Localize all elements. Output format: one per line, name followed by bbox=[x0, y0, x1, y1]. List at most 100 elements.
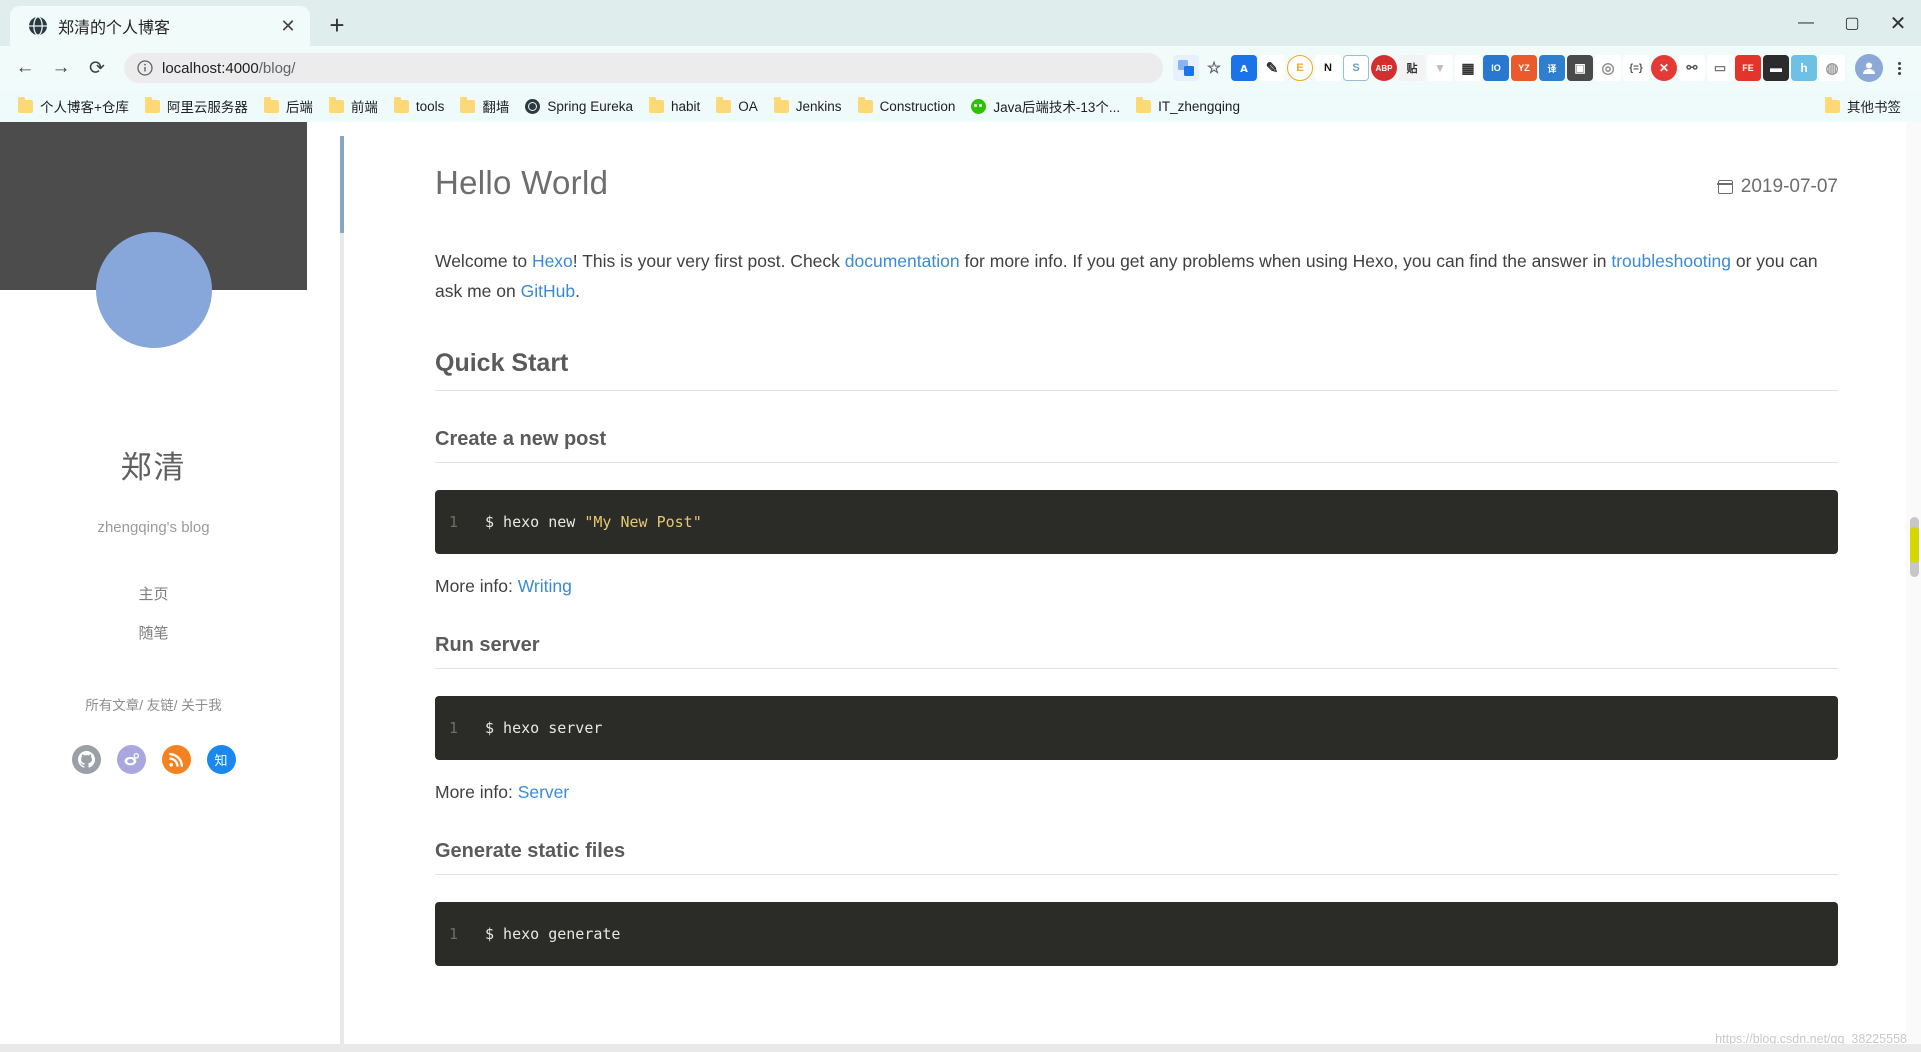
page-scrollbar[interactable] bbox=[1906, 122, 1921, 1052]
site-title: 郑清 bbox=[120, 450, 187, 485]
paste-ext-icon[interactable]: 贴 bbox=[1399, 55, 1425, 81]
block-ext-icon[interactable]: ✕ bbox=[1651, 55, 1677, 81]
new-tab-button[interactable]: + bbox=[320, 8, 354, 42]
honey-ext-icon[interactable]: h bbox=[1791, 55, 1817, 81]
bookmark-item[interactable]: 个人博客+仓库 bbox=[10, 93, 137, 119]
code-ext-icon[interactable]: {=} bbox=[1623, 55, 1649, 81]
info-circle-icon[interactable] bbox=[136, 59, 154, 77]
link-troubleshooting[interactable]: troubleshooting bbox=[1611, 251, 1731, 271]
bookmark-label: 前端 bbox=[350, 100, 378, 115]
svg-text:A: A bbox=[1240, 64, 1248, 75]
reload-icon[interactable]: ⟳ bbox=[80, 51, 114, 85]
translate2-ext-icon[interactable]: 译 bbox=[1539, 55, 1565, 81]
address-bar[interactable]: localhost:4000/blog/ bbox=[124, 53, 1163, 83]
github-icon[interactable] bbox=[71, 745, 101, 774]
bookmark-item[interactable]: Construction bbox=[850, 96, 964, 117]
close-icon[interactable]: ✕ bbox=[276, 14, 300, 38]
bookmark-label: Construction bbox=[879, 98, 956, 114]
bookmark-item[interactable]: IT_zhengqing bbox=[1128, 96, 1248, 117]
bookmark-item[interactable]: 阿里云服务器 bbox=[137, 93, 256, 119]
bookmark-label: 后端 bbox=[285, 100, 313, 115]
bookmark-item[interactable]: Java后端技术-13个... bbox=[963, 93, 1128, 119]
content-area: Hello World 2019-07-07 Welcome to Hexo! … bbox=[307, 122, 1921, 1052]
extensions-list: A ✎ E N S ABP 贴 ▼ ▦ IO YZ 译 ▣ ◎ {=} ✕ ⚯ … bbox=[1231, 55, 1847, 81]
folder-icon bbox=[1825, 96, 1840, 113]
browser-tab[interactable]: 郑清的个人博客 ✕ bbox=[10, 6, 310, 46]
footer-link-about[interactable]: 关于我 bbox=[181, 698, 222, 713]
dash-ext-icon[interactable]: ▬ bbox=[1763, 55, 1789, 81]
tab-strip: 郑清的个人博客 ✕ + — ▢ ✕ bbox=[0, 0, 1921, 46]
circle-ext-icon[interactable]: ◍ bbox=[1819, 55, 1845, 81]
intro-text-3: for more info. If you get any problems w… bbox=[959, 251, 1612, 271]
weibo-icon[interactable] bbox=[116, 745, 146, 774]
rail-progress-indicator bbox=[340, 136, 344, 233]
link-github[interactable]: GitHub bbox=[521, 281, 575, 301]
shield-ext-icon[interactable]: ◎ bbox=[1595, 55, 1621, 81]
window-ext-icon[interactable]: ▭ bbox=[1707, 55, 1733, 81]
maximize-button[interactable]: ▢ bbox=[1829, 0, 1875, 46]
code-block-generate: 1 $ hexo generate bbox=[435, 902, 1838, 967]
section-heading-quick-start: Quick Start bbox=[435, 349, 1838, 392]
wechat-icon bbox=[971, 98, 987, 114]
left-rail bbox=[307, 122, 344, 1052]
code-line-number: 1 bbox=[449, 513, 459, 532]
sidebar-item-home[interactable]: 主页 bbox=[0, 583, 307, 604]
post-date-text: 2019-07-07 bbox=[1740, 176, 1838, 197]
folder-icon bbox=[328, 96, 344, 113]
s-ext-icon[interactable]: S bbox=[1343, 55, 1369, 81]
star-icon[interactable]: ☆ bbox=[1201, 55, 1227, 81]
bookmark-item[interactable]: Spring Eureka bbox=[517, 96, 641, 117]
bookmark-label: tools bbox=[415, 98, 445, 114]
close-window-button[interactable]: ✕ bbox=[1875, 0, 1921, 46]
link-hexo[interactable]: Hexo bbox=[532, 251, 573, 271]
code-line: $ hexo server bbox=[485, 719, 603, 738]
yz-ext-icon[interactable]: YZ bbox=[1511, 55, 1537, 81]
other-bookmarks-button[interactable]: 其他书签 bbox=[1817, 93, 1909, 119]
scrollbar-highlight bbox=[1910, 527, 1919, 563]
profile-avatar[interactable] bbox=[1855, 54, 1883, 82]
footer-link-friends[interactable]: 友链 bbox=[147, 698, 174, 713]
tree-ext-icon[interactable]: ⚯ bbox=[1679, 55, 1705, 81]
bookmark-item[interactable]: 前端 bbox=[321, 93, 386, 119]
post-header: Hello World 2019-07-07 bbox=[435, 164, 1838, 202]
calendar-icon bbox=[1717, 180, 1734, 194]
folder-icon bbox=[648, 96, 664, 113]
notion-ext-icon[interactable]: N bbox=[1315, 55, 1341, 81]
qr-ext-icon[interactable]: ▦ bbox=[1455, 55, 1481, 81]
forward-icon[interactable]: → bbox=[44, 51, 78, 85]
rss-icon[interactable] bbox=[161, 745, 191, 774]
link-documentation[interactable]: documentation bbox=[845, 251, 960, 271]
rail-track bbox=[340, 136, 344, 1052]
link-writing[interactable]: Writing bbox=[518, 576, 572, 596]
code-line-number: 1 bbox=[449, 719, 459, 738]
bookmark-label: Jenkins bbox=[795, 98, 842, 114]
bag-ext-icon[interactable]: ▼ bbox=[1427, 55, 1453, 81]
three-dot-menu-icon[interactable] bbox=[1885, 61, 1913, 75]
zhihu-icon[interactable]: 知 bbox=[206, 745, 236, 774]
globe-icon bbox=[28, 16, 48, 36]
tab-title: 郑清的个人博客 bbox=[58, 20, 171, 37]
box-ext-icon[interactable]: ▣ bbox=[1567, 55, 1593, 81]
adblock-ext-icon[interactable]: ABP bbox=[1371, 55, 1397, 81]
bookmark-item[interactable]: habit bbox=[641, 96, 708, 117]
fe-ext-icon[interactable]: FE bbox=[1735, 55, 1761, 81]
pen-ext-icon[interactable]: ✎ bbox=[1259, 55, 1285, 81]
code-line: $ hexo generate bbox=[485, 925, 621, 944]
bookmark-item[interactable]: Jenkins bbox=[766, 96, 850, 117]
footer-link-all-posts[interactable]: 所有文章 bbox=[85, 698, 139, 713]
bookmark-label: Java后端技术-13个... bbox=[993, 100, 1121, 115]
bookmark-item[interactable]: OA bbox=[708, 96, 766, 117]
code-command: $ hexo new bbox=[485, 513, 585, 532]
sidebar-item-essays[interactable]: 随笔 bbox=[0, 622, 307, 643]
back-icon[interactable]: ← bbox=[8, 51, 42, 85]
translate-icon[interactable] bbox=[1173, 55, 1199, 81]
evernote-ext-icon[interactable]: E bbox=[1287, 55, 1313, 81]
bookmark-item[interactable]: 后端 bbox=[256, 93, 321, 119]
bookmark-item[interactable]: tools bbox=[386, 96, 453, 117]
translate-ext-icon[interactable]: A bbox=[1231, 55, 1257, 81]
minimize-button[interactable]: — bbox=[1783, 0, 1829, 46]
io-ext-icon[interactable]: IO bbox=[1483, 55, 1509, 81]
bookmark-item[interactable]: 翻墙 bbox=[452, 93, 517, 119]
separator: / bbox=[139, 698, 147, 713]
link-server[interactable]: Server bbox=[518, 782, 570, 802]
